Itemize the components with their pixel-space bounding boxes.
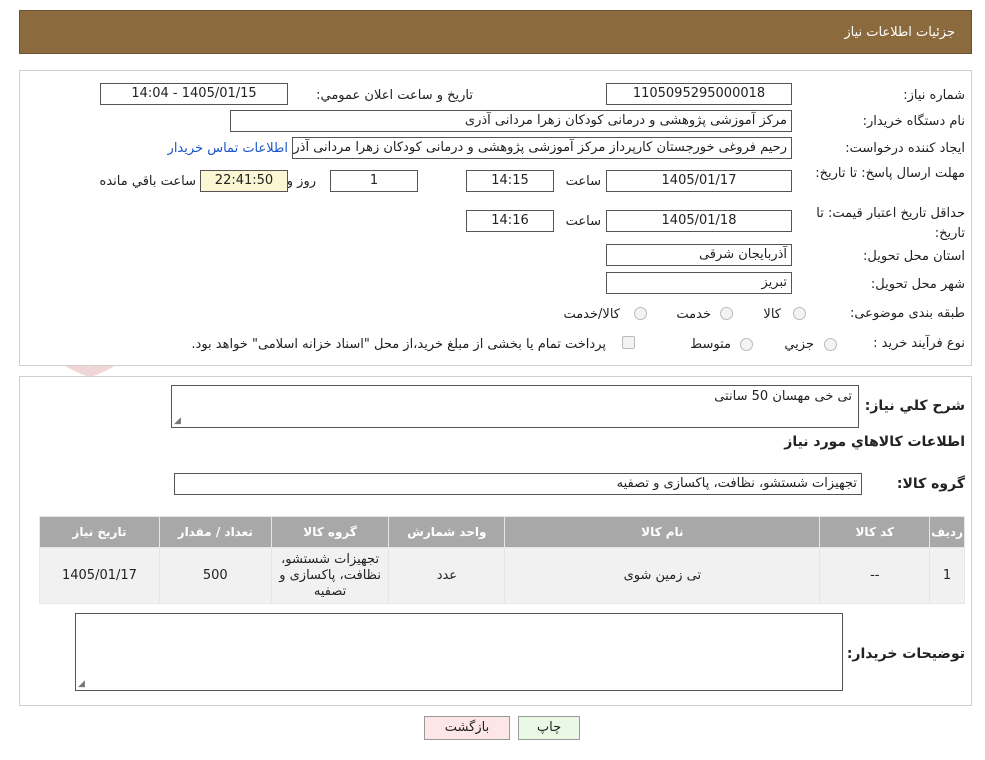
category-option-goods: کالا — [763, 307, 781, 322]
page-header: جزئیات اطلاعات نیاز — [19, 10, 972, 54]
requester-label: ايجاد کننده درخواست: — [845, 141, 965, 156]
validity-label: حداقل تاريخ اعتبار قيمت: تا تاریخ: — [816, 206, 965, 241]
purchase-radio-medium[interactable] — [740, 338, 753, 351]
days-label: روز و — [286, 174, 316, 189]
goods-table: رديف کد کالا نام کالا واحد شمارش گروه کا… — [39, 516, 965, 604]
buyer-org-label: نام دستگاه خريدار: — [862, 114, 965, 129]
summary-label: شرح کلي نياز: — [864, 398, 965, 414]
validity-time-field: 14:16 — [466, 210, 554, 232]
buyer-contact-link[interactable]: اطلاعات تماس خريدار — [168, 141, 288, 156]
col-need-date: تاریخ نیاز — [39, 516, 160, 548]
col-goods-name: نام کالا — [504, 516, 821, 548]
deadline-date-field: 1405/01/17 — [606, 170, 792, 192]
table-row: 1 -- تی زمین شوی عدد تجهیزات شستشو، نظاف… — [39, 547, 965, 604]
print-button[interactable]: چاپ — [518, 716, 580, 740]
cell-need-date: 1405/01/17 — [39, 547, 160, 604]
cell-goods-code: -- — [819, 547, 931, 604]
summary-text: تی خی مهسان 50 سانتی — [714, 389, 852, 404]
category-radio-goods[interactable] — [793, 307, 806, 320]
validity-date-field: 1405/01/18 — [606, 210, 792, 232]
col-quantity: تعداد / مقدار — [158, 516, 272, 548]
cell-goods-name: تی زمین شوی — [504, 547, 821, 604]
province-field: آذربايجان شرقی — [606, 244, 792, 266]
category-option-goods-service: کالا/خدمت — [563, 307, 620, 322]
validity-time-label: ساعت — [565, 214, 601, 229]
deadline-time-label: ساعت — [565, 174, 601, 189]
cell-unit: عدد — [388, 547, 506, 604]
need-number-label: شماره نیاز: — [903, 88, 965, 103]
category-label: طبقه بندی موضوعی: — [849, 306, 965, 321]
goods-group-label: گروه کالا: — [896, 476, 965, 492]
city-field: تبریز — [606, 272, 792, 294]
goods-group-field: تجهیزات شستشو، نظافت، پاکسازی و تصفیه — [174, 473, 862, 495]
deadline-label: مهلت ارسال پاسخ: تا تاریخ: — [815, 166, 965, 181]
buyer-notes-textarea: ◢ — [75, 613, 843, 691]
summary-textarea: تی خی مهسان 50 سانتی ◢ — [171, 385, 859, 428]
goods-table-header: رديف کد کالا نام کالا واحد شمارش گروه کا… — [39, 516, 965, 548]
need-number-field: 1105095295000018 — [606, 83, 792, 105]
buyer-notes-label: توضيحات خريدار: — [846, 646, 965, 662]
cell-row-number: 1 — [929, 547, 965, 604]
purchase-type-label: نوع فرآيند خريد : — [873, 336, 965, 351]
resize-handle-icon[interactable]: ◢ — [174, 416, 181, 426]
remaining-time-field: 22:41:50 — [200, 170, 288, 192]
page-title: جزئیات اطلاعات نیاز — [844, 25, 955, 40]
province-label: استان محل تحويل: — [863, 249, 965, 264]
resize-handle-icon[interactable]: ◢ — [78, 679, 85, 689]
payment-note: پرداخت تمام یا بخشی از مبلغ خرید،از محل … — [191, 337, 606, 352]
col-unit: واحد شمارش — [388, 516, 506, 548]
treasury-payment-checkbox[interactable] — [622, 336, 635, 349]
category-radio-goods-service[interactable] — [634, 307, 647, 320]
purchase-radio-minor[interactable] — [824, 338, 837, 351]
goods-info-title: اطلاعات کالاهاي مورد نياز — [784, 434, 965, 450]
purchase-option-minor: جزيي — [784, 337, 814, 352]
deadline-time-field: 14:15 — [466, 170, 554, 192]
days-field: 1 — [330, 170, 418, 192]
buyer-org-field: مرکز آموزشی پژوهشی و درمانی کودکان زهرا … — [230, 110, 792, 132]
back-button[interactable]: بازگشت — [424, 716, 510, 740]
city-label: شهر محل تحويل: — [870, 277, 965, 292]
requester-field: رحیم فروغی خورجستان کارپرداز مرکز آموزشی… — [292, 137, 792, 159]
purchase-option-medium: متوسط — [690, 337, 731, 352]
col-row-number: رديف — [929, 516, 965, 548]
category-radio-service[interactable] — [720, 307, 733, 320]
col-goods-code: کد کالا — [819, 516, 931, 548]
category-option-service: خدمت — [676, 307, 711, 322]
announce-label: تاریخ و ساعت اعلان عمومي: — [316, 88, 473, 103]
col-goods-group: گروه کالا — [270, 516, 390, 548]
cell-quantity: 500 — [158, 547, 272, 604]
cell-goods-group: تجهیزات شستشو، نظافت، پاکسازی و تصفیه — [270, 547, 390, 604]
announce-field: 1405/01/15 - 14:04 — [100, 83, 288, 105]
remaining-label: ساعت باقي مانده — [99, 174, 196, 189]
